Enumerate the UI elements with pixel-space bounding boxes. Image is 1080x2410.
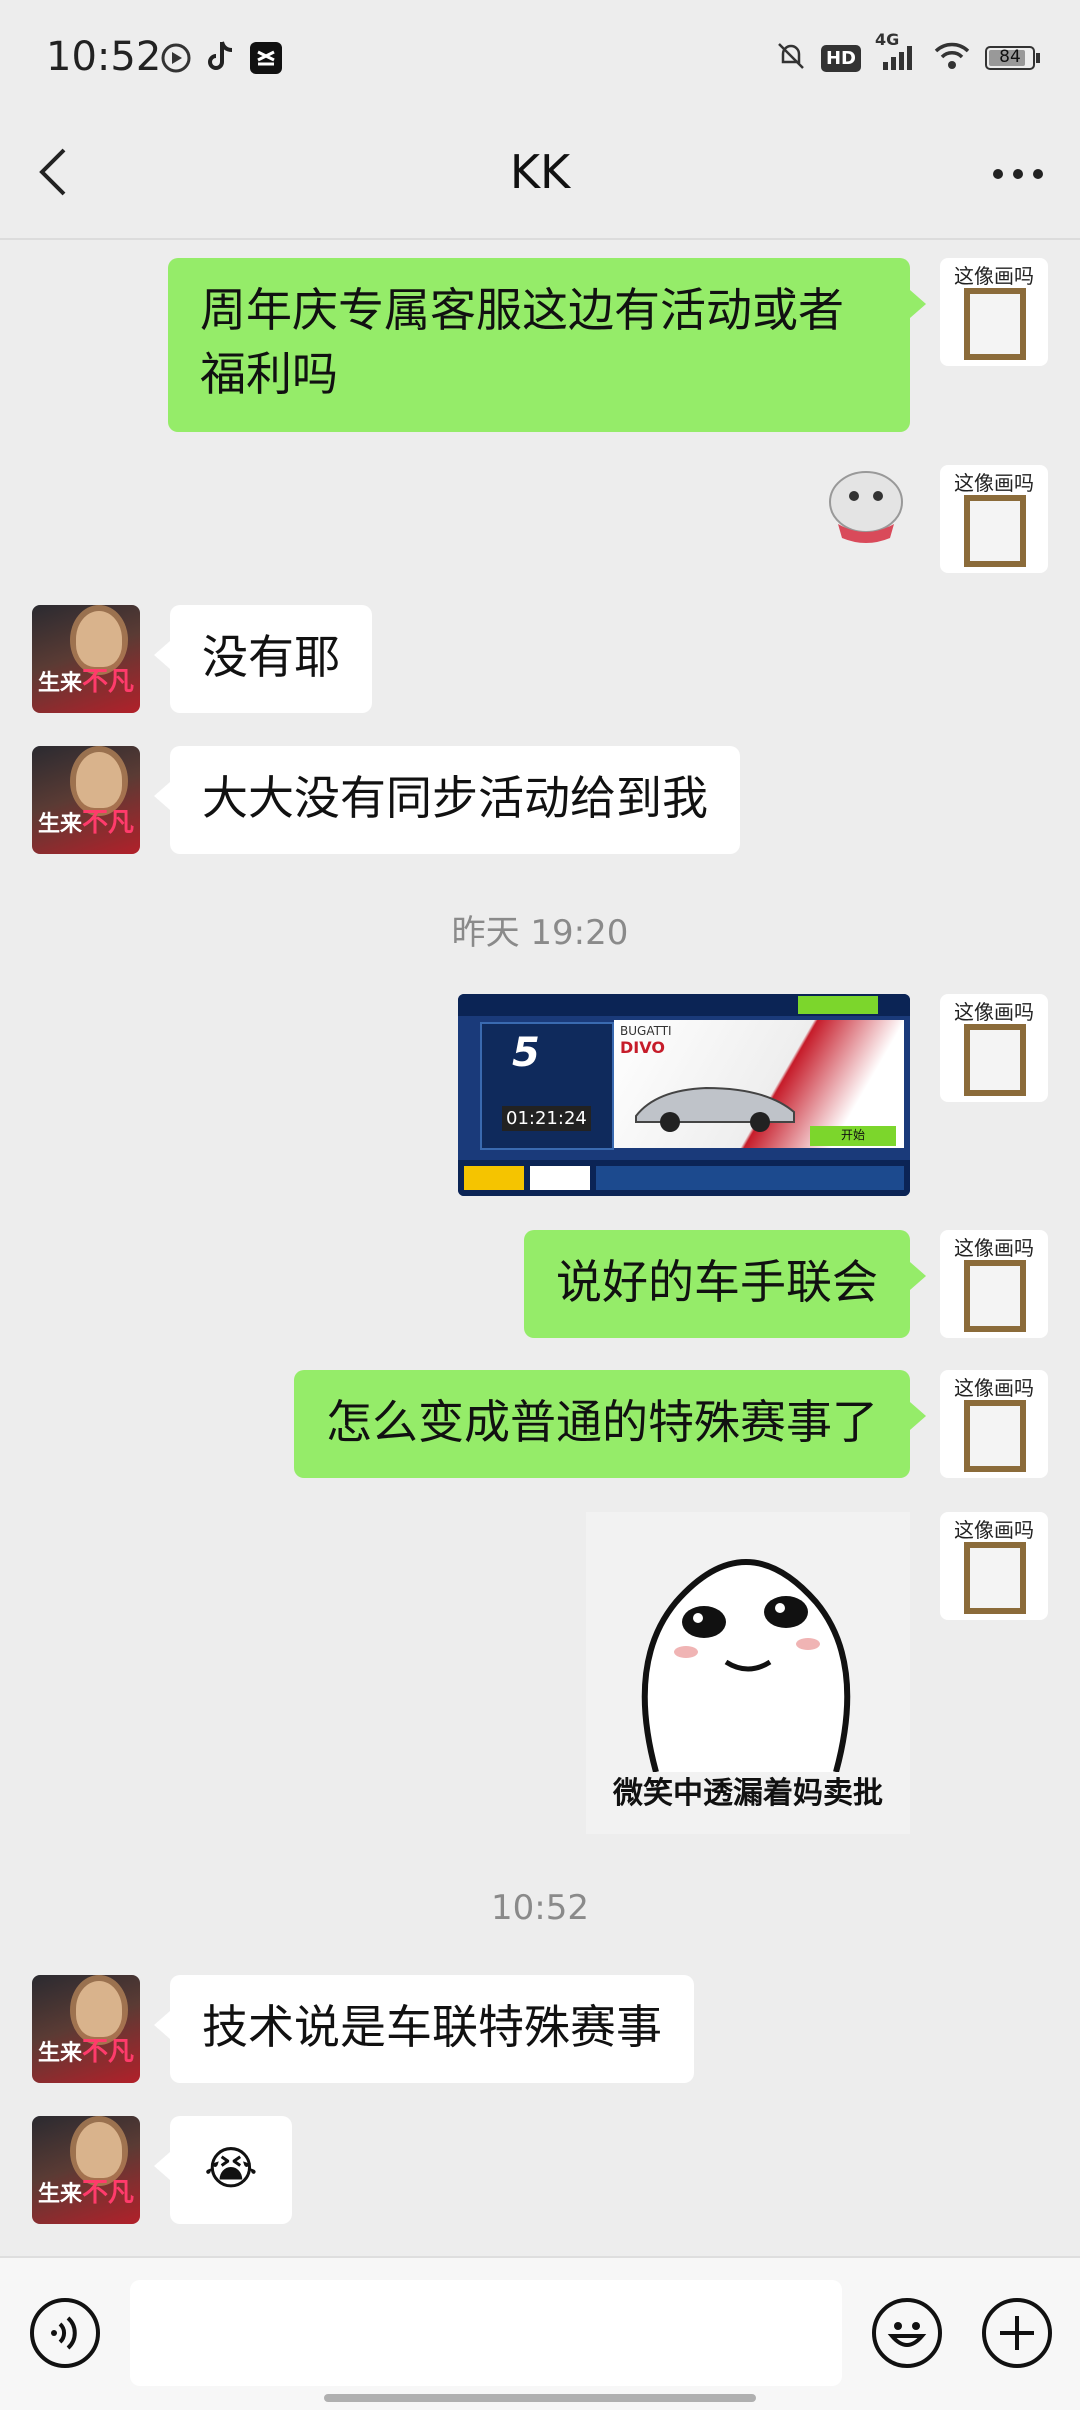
wifi-icon (933, 41, 971, 75)
status-time: 10:52 (46, 34, 162, 80)
hd-icon: HD (820, 44, 861, 72)
game-car-brand: BUGATTI (620, 1024, 672, 1038)
contact-avatar[interactable]: 生来 不凡 (32, 746, 140, 854)
sticker-meme[interactable]: 微笑中透漏着妈卖批 (586, 1512, 910, 1834)
game-car-model: DIVO (620, 1038, 665, 1057)
avatar-logo-text: 不凡 (82, 667, 135, 697)
message-text: 说好的车手联会 (556, 1255, 878, 1309)
status-icons: HD 4G 84 (775, 30, 1040, 76)
avatar-logo-text: 生来 (38, 671, 83, 696)
game-level-number: 5 (512, 1030, 540, 1076)
voice-icon (51, 2316, 77, 2350)
chat-title: KK (509, 145, 571, 199)
image-message-game-screenshot[interactable]: 5 01:21:24 BUGATTI DIVO 开始 (458, 994, 910, 1196)
my-avatar[interactable]: 这像画吗 (940, 1370, 1048, 1478)
picture-frame-icon (964, 495, 1026, 567)
my-avatar[interactable]: 这像画吗 (940, 258, 1048, 366)
avatar-logo-text: 生来 (38, 2041, 83, 2066)
crying-laughing-emoji-icon: 😭 (204, 2141, 258, 2195)
timestamp: 昨天 19:20 (451, 913, 629, 953)
avatar-caption: 这像画吗 (954, 264, 1034, 288)
avatar-caption: 这像画吗 (954, 1518, 1034, 1542)
my-avatar[interactable]: 这像画吗 (940, 994, 1048, 1102)
sticker-caption: 微笑中透漏着妈卖批 (613, 1776, 883, 1811)
avatar-caption: 这像画吗 (954, 471, 1034, 495)
message-text: 大大没有同步活动给到我 (202, 771, 708, 825)
message-input[interactable] (130, 2280, 842, 2386)
emoji-button[interactable] (872, 2298, 942, 2368)
media-play-icon (160, 42, 192, 78)
message-bubble-outgoing[interactable]: 怎么变成普通的特殊赛事了 (294, 1370, 926, 1478)
timestamp: 10:52 (491, 1888, 589, 1928)
message-bubble-incoming[interactable]: 大大没有同步活动给到我 (154, 746, 740, 854)
avatar-caption: 这像画吗 (954, 1000, 1034, 1024)
avatar-logo-text: 不凡 (82, 808, 135, 838)
voice-input-button[interactable] (30, 2298, 100, 2368)
game-timer: 01:21:24 (502, 1106, 591, 1131)
message-text: 怎么变成普通的特殊赛事了 (326, 1395, 878, 1449)
message-bubble-outgoing[interactable]: 周年庆专属客服这边有活动或者福利吗 (168, 258, 926, 432)
home-indicator (324, 2394, 756, 2402)
message-bubble-incoming[interactable]: 😭 (154, 2116, 292, 2224)
my-avatar[interactable]: 这像画吗 (940, 1512, 1048, 1620)
game-start-button: 开始 (810, 1126, 896, 1146)
message-text: 没有耶 (202, 630, 340, 684)
picture-frame-icon (964, 1024, 1026, 1096)
header-divider (0, 238, 1080, 240)
more-functions-button[interactable] (982, 2298, 1052, 2368)
avatar-logo-text: 不凡 (82, 2178, 135, 2208)
avatar-logo-text: 生来 (38, 812, 83, 837)
battery-icon: 84 (985, 46, 1040, 70)
sticker-hamster[interactable] (820, 462, 912, 546)
signal-icon: 4G (875, 30, 919, 76)
my-avatar[interactable]: 这像画吗 (940, 465, 1048, 573)
avatar-logo-text: 不凡 (82, 2037, 135, 2067)
message-bubble-incoming[interactable]: 技术说是车联特殊赛事 (154, 1975, 694, 2083)
avatar-logo-text: 生来 (38, 2182, 83, 2207)
message-bubble-outgoing[interactable]: 说好的车手联会 (524, 1230, 926, 1338)
message-bubble-incoming[interactable]: 没有耶 (154, 605, 372, 713)
picture-frame-icon (964, 288, 1026, 360)
picture-frame-icon (964, 1400, 1026, 1472)
car-image (635, 1086, 795, 1132)
tiktok-icon (206, 40, 236, 78)
contact-avatar[interactable]: 生来 不凡 (32, 1975, 140, 2083)
picture-frame-icon (964, 1542, 1026, 1614)
avatar-caption: 这像画吗 (954, 1236, 1034, 1260)
message-text: 周年庆专属客服这边有活动或者福利吗 (200, 283, 844, 401)
message-text: 技术说是车联特殊赛事 (202, 2000, 662, 2054)
my-avatar[interactable]: 这像画吗 (940, 1230, 1048, 1338)
smiley-icon (887, 2322, 927, 2347)
more-dots-icon (993, 169, 1043, 179)
contact-avatar[interactable]: 生来 不凡 (32, 2116, 140, 2224)
capcut-icon (250, 42, 282, 74)
avatar-caption: 这像画吗 (954, 1376, 1034, 1400)
mute-icon (775, 40, 807, 76)
battery-level: 84 (999, 47, 1021, 67)
contact-avatar[interactable]: 生来 不凡 (32, 605, 140, 713)
more-options-button[interactable] (990, 160, 1046, 188)
plus-icon (1000, 2316, 1034, 2350)
picture-frame-icon (964, 1260, 1026, 1332)
network-type-label: 4G (875, 30, 900, 49)
smiling-face-drawing (641, 1559, 851, 1773)
